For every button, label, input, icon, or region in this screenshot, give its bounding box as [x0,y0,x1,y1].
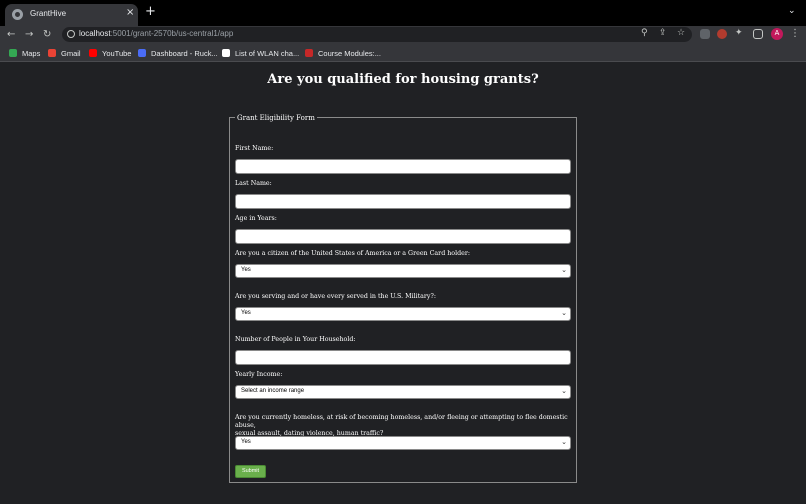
new-tab-button[interactable]: + [145,5,156,19]
citizen-label: Are you a citizen of the United States o… [235,250,470,257]
chevron-down-icon: ⌄ [561,266,567,274]
submit-button[interactable]: Submit [235,465,266,478]
last-name-label: Last Name: [235,180,272,187]
first-name-label: First Name: [235,145,274,152]
military-label: Are you serving and or have every served… [235,293,436,300]
last-name-input[interactable] [235,194,571,209]
income-select[interactable]: Select an income range ⌄ [235,385,571,399]
address-bar[interactable]: localhost:5001/grant-2570b/us-central1/a… [62,27,692,42]
income-select-value: Select an income range [241,388,305,394]
bookmarks-bar: Maps Gmail YouTube Dashboard - Ruck... L… [0,44,806,62]
household-label: Number of People in Your Household: [235,336,356,343]
citizen-select-value: Yes [241,267,251,273]
tab-title: GrantHive [30,9,67,18]
youtube-icon [89,49,97,57]
bookmark-wlan[interactable]: List of WLAN cha... [222,48,299,58]
globe-icon [12,9,23,20]
site-info-icon[interactable] [67,30,75,38]
military-select[interactable]: Yes ⌄ [235,307,571,321]
form-legend: Grant Eligibility Form [235,113,317,123]
maps-icon [9,49,17,57]
reload-icon[interactable]: ↻ [43,28,51,42]
homeless-label: Are you currently homeless, at risk of b… [235,414,568,437]
bookmark-course-modules[interactable]: Course Modules:... [305,48,381,58]
household-input[interactable] [235,350,571,365]
wikipedia-icon [222,49,230,57]
avatar[interactable]: A [771,28,783,40]
share-icon[interactable]: ⇪ [659,28,667,38]
gmail-icon [48,49,56,57]
extension-badge-icon[interactable] [717,29,727,39]
chevron-down-icon: ⌄ [561,309,567,317]
homeless-select[interactable]: Yes ⌄ [235,436,571,450]
page-title: Are you qualified for housing grants? [267,72,539,87]
back-arrow-icon[interactable]: ← [7,28,15,42]
tab-strip: GrantHive × + ⌄ [0,0,806,26]
bookmark-youtube[interactable]: YouTube [89,48,131,58]
url-text[interactable]: localhost:5001/grant-2570b/us-central1/a… [79,29,233,38]
bookmark-gmail[interactable]: Gmail [48,48,81,58]
income-label: Yearly Income: [235,371,283,378]
grant-eligibility-form: Grant Eligibility Form First Name: Last … [229,113,577,483]
military-select-value: Yes [241,310,251,316]
bookmark-dashboard[interactable]: Dashboard - Ruck... [138,48,218,58]
tab-search-icon[interactable]: ⌄ [788,6,796,16]
star-icon[interactable]: ☆ [677,28,685,38]
dashboard-icon [138,49,146,57]
shield-extension-icon[interactable] [700,29,710,39]
homeless-select-value: Yes [241,439,251,445]
citizen-select[interactable]: Yes ⌄ [235,264,571,278]
side-panel-icon[interactable] [753,29,763,39]
chevron-down-icon: ⌄ [561,438,567,446]
chevron-down-icon: ⌄ [561,387,567,395]
extension-icon[interactable]: ✦ [735,28,743,38]
browser-toolbar: ← → ↻ localhost:5001/grant-2570b/us-cent… [0,26,806,44]
browser-tab[interactable]: GrantHive × [5,4,138,26]
age-input[interactable] [235,229,571,244]
canvas-icon [305,49,313,57]
first-name-input[interactable] [235,159,571,174]
close-tab-icon[interactable]: × [126,7,134,18]
kebab-menu-icon[interactable]: ⋮ [790,28,800,39]
age-label: Age in Years: [235,215,277,222]
forward-arrow-icon[interactable]: → [25,28,33,42]
zoom-icon[interactable]: ⚲ [641,28,648,38]
bookmark-maps[interactable]: Maps [9,48,40,58]
